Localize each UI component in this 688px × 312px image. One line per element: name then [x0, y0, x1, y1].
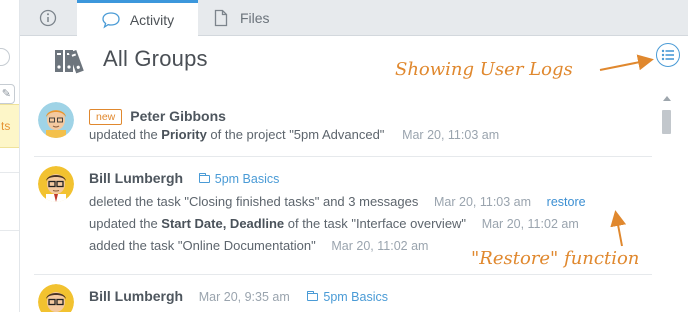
entry-header: new Peter Gibbons — [89, 108, 226, 125]
author-name[interactable]: Peter Gibbons — [130, 108, 226, 124]
info-icon — [39, 9, 57, 27]
edit-pencil-icon[interactable]: ✎ — [0, 84, 15, 104]
tab-info[interactable] — [20, 0, 76, 36]
tab-files-label: Files — [240, 10, 270, 26]
speech-bubble-icon — [102, 12, 120, 29]
entry-divider — [34, 156, 652, 157]
avatar — [38, 166, 74, 202]
scroll-up-arrow-icon[interactable] — [663, 96, 671, 101]
avatar — [38, 284, 74, 312]
feed-scrollbar[interactable] — [660, 96, 673, 312]
activity-line: deleted the task "Closing finished tasks… — [89, 194, 586, 209]
timestamp: Mar 20, 11:03 am — [434, 195, 532, 209]
page-title: All Groups — [103, 46, 208, 71]
author-name[interactable]: Bill Lumbergh — [89, 288, 183, 304]
timestamp: Mar 20, 11:02 am — [331, 239, 429, 253]
user-logs-button[interactable] — [656, 43, 680, 67]
tab-files[interactable]: Files — [206, 0, 316, 36]
project-link[interactable]: 5pm Basics — [307, 290, 388, 304]
annotation-restore: "Restore" function — [471, 248, 640, 269]
entry-header: Bill Lumbergh 5pm Basics — [89, 170, 279, 186]
annotation-user-logs: Showing User Logs — [395, 59, 573, 80]
timestamp: Mar 20, 11:02 am — [481, 217, 579, 231]
page-header: All Groups — [20, 37, 688, 89]
folder-icon — [198, 173, 210, 183]
left-divider — [0, 172, 19, 173]
list-icon — [661, 49, 674, 61]
avatar — [38, 102, 74, 138]
tab-bar: Activity Files — [20, 0, 688, 37]
timestamp: Mar 20, 11:03 am — [402, 128, 500, 142]
activity-line: updated the Start Date, Deadline of the … — [89, 216, 579, 231]
author-name[interactable]: Bill Lumbergh — [89, 170, 183, 186]
folder-icon — [307, 291, 319, 301]
scroll-thumb[interactable] — [662, 110, 671, 134]
new-badge: new — [89, 109, 123, 125]
file-icon — [214, 9, 228, 27]
collapsed-circle-icon[interactable] — [0, 48, 10, 66]
left-note-fragment: ts — [0, 104, 19, 148]
activity-line: added the task "Online Documentation" Ma… — [89, 238, 429, 253]
entry-divider — [34, 274, 652, 275]
tab-activity[interactable]: Activity — [77, 0, 198, 37]
timestamp: Mar 20, 9:35 am — [198, 290, 290, 304]
left-divider — [0, 230, 19, 231]
tab-activity-label: Activity — [129, 12, 175, 28]
project-link[interactable]: 5pm Basics — [198, 172, 279, 186]
binders-icon — [55, 49, 84, 74]
left-panel-edge: ✎ ts — [0, 0, 20, 312]
activity-feed: new Peter Gibbons updated the Priority of… — [20, 90, 658, 312]
activity-line: updated the Priority of the project "5pm… — [89, 127, 500, 142]
entry-header: Bill Lumbergh Mar 20, 9:35 am 5pm Basics — [89, 288, 388, 304]
restore-link[interactable]: restore — [547, 195, 586, 209]
